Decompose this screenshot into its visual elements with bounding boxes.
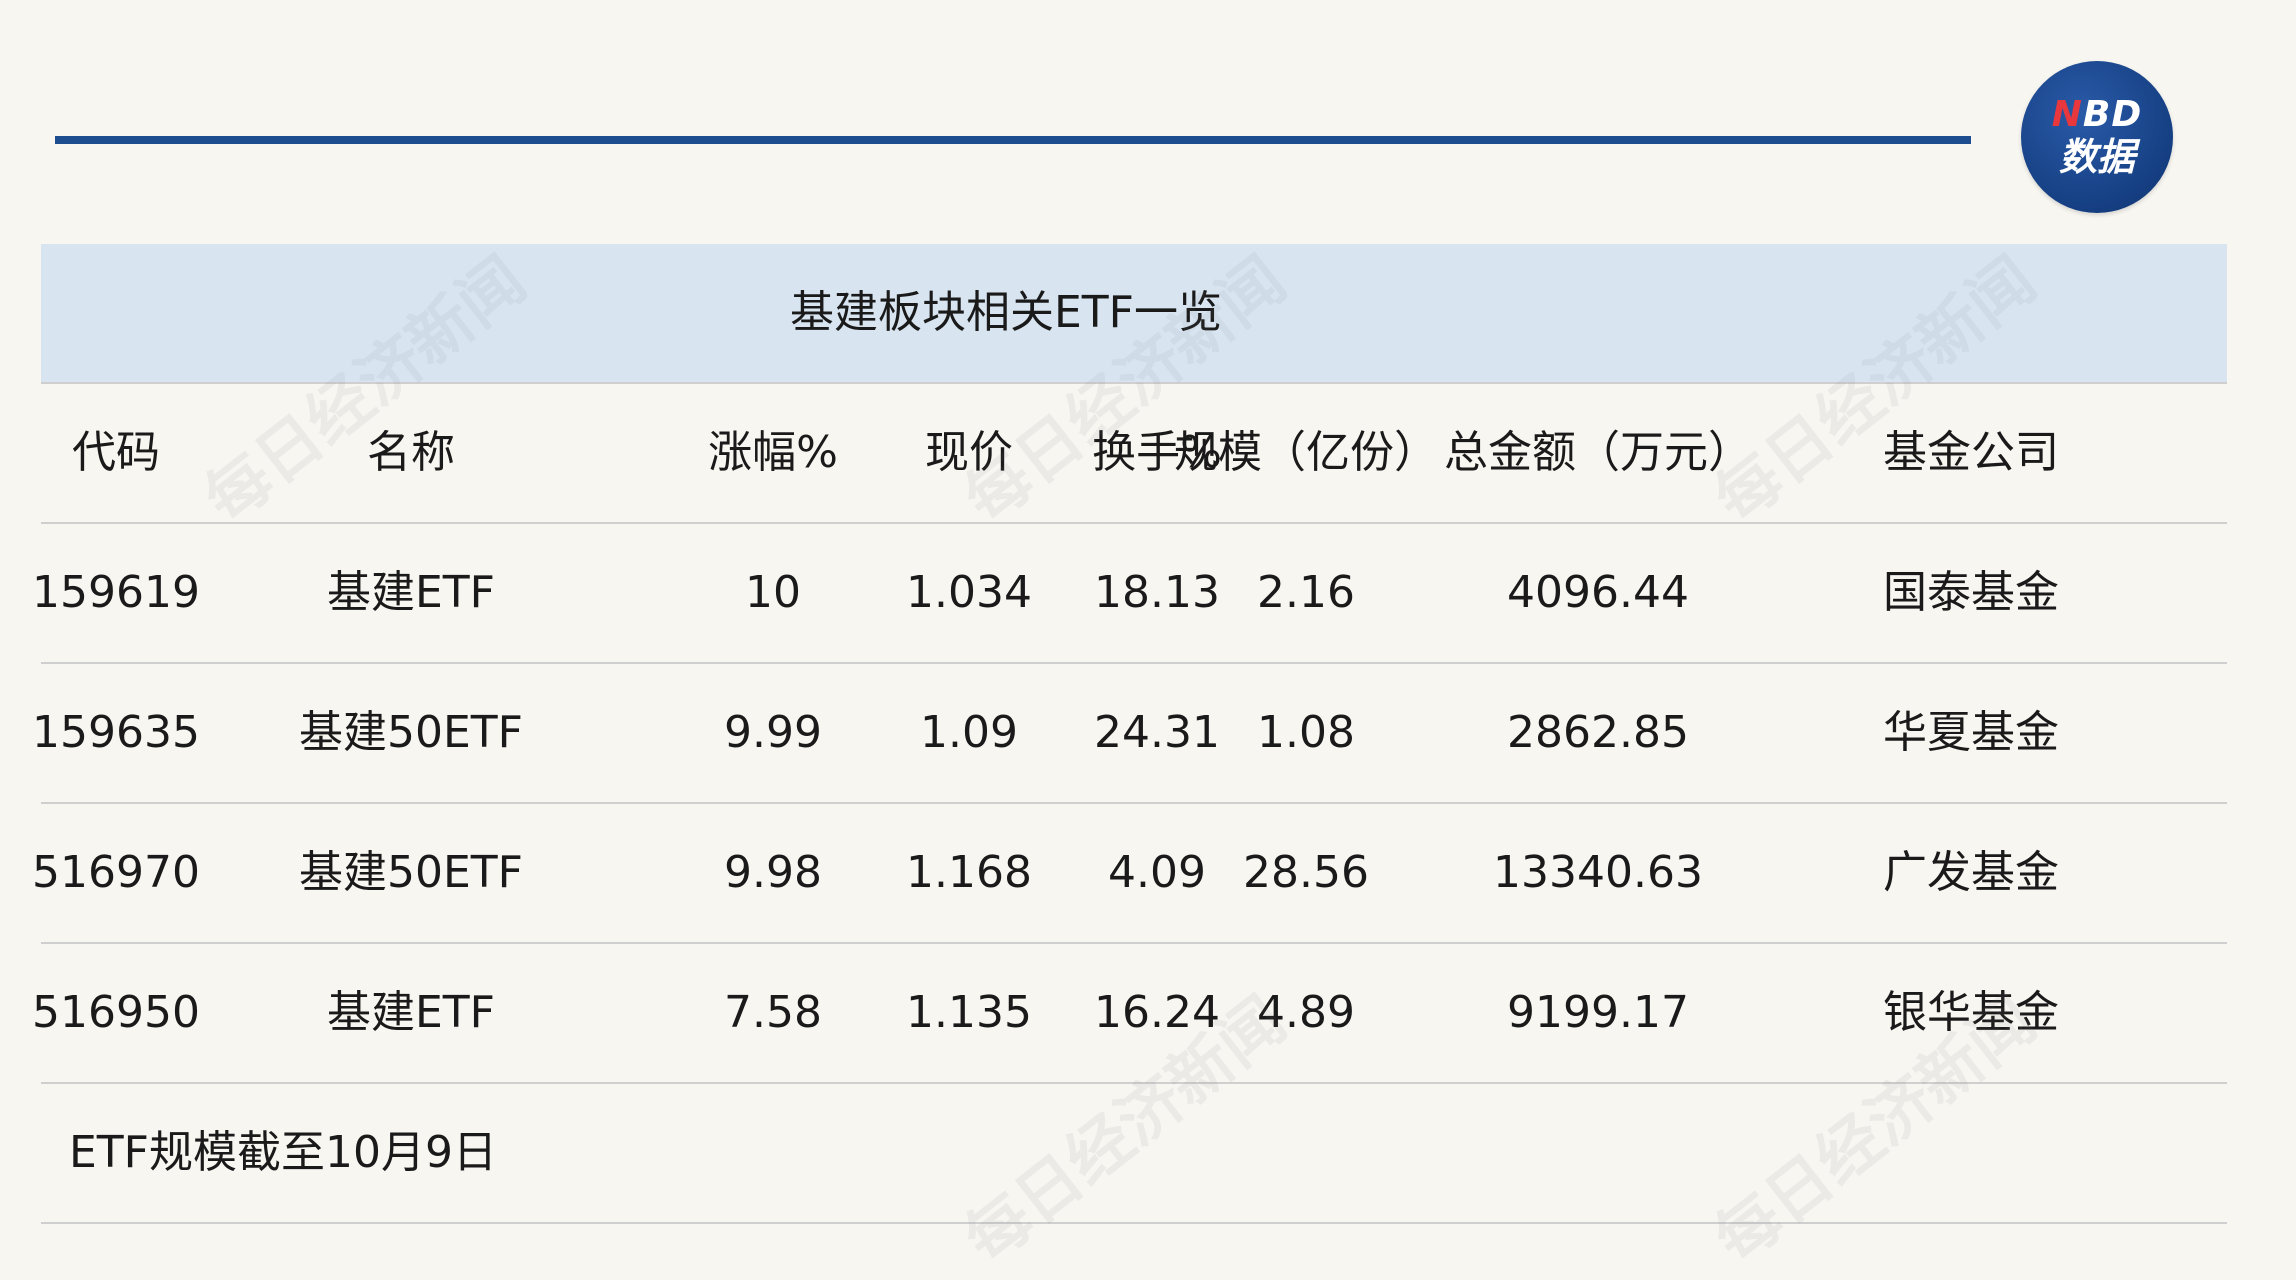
cell-name: 基建50ETF [299, 707, 523, 758]
cell-name: 基建ETF [327, 567, 495, 618]
cell-name: 基建50ETF [299, 847, 523, 898]
cell-company: 广发基金 [1883, 847, 2059, 898]
cell-amount: 9199.17 [1507, 987, 1689, 1038]
cell-company: 银华基金 [1883, 987, 2059, 1038]
footnote: ETF规模截至10月9日 [69, 1127, 497, 1178]
logo-text-bottom: 数据 [2058, 135, 2135, 179]
table-row: 516950 基建ETF 7.58 1.135 16.24 4.89 9199.… [32, 944, 2227, 1084]
table-row: 159635 基建50ETF 9.99 1.09 24.31 1.08 2862… [32, 664, 2227, 804]
table-footer-row: ETF规模截至10月9日 [41, 1084, 2227, 1224]
etf-table: 基建板块相关ETF一览 代码 名称 涨幅% 现价 换手% 规模（亿份） 总金额（… [32, 244, 2227, 1224]
top-rule [55, 136, 1971, 144]
header-amount: 总金额（万元） [1444, 427, 1752, 478]
table-title-band: 基建板块相关ETF一览 [41, 244, 2227, 384]
header-company: 基金公司 [1883, 427, 2059, 478]
cell-amount: 4096.44 [1507, 567, 1689, 618]
table-header-row: 代码 名称 涨幅% 现价 换手% 规模（亿份） 总金额（万元） 基金公司 [41, 384, 2227, 524]
cell-amount: 2862.85 [1507, 707, 1689, 758]
nbd-logo: NBD 数据 [2021, 61, 2173, 213]
cell-company: 华夏基金 [1883, 707, 2059, 758]
table-title: 基建板块相关ETF一览 [790, 287, 1222, 338]
header-name: 名称 [367, 427, 455, 478]
table-row: 159619 基建ETF 10 1.034 18.13 2.16 4096.44… [32, 524, 2227, 664]
cell-amount: 13340.63 [1493, 847, 1703, 898]
logo-text-top: NBD [2051, 94, 2143, 135]
cell-name: 基建ETF [327, 987, 495, 1038]
table-row: 516970 基建50ETF 9.98 1.168 4.09 28.56 133… [32, 804, 2227, 944]
cell-company: 国泰基金 [1883, 567, 2059, 618]
